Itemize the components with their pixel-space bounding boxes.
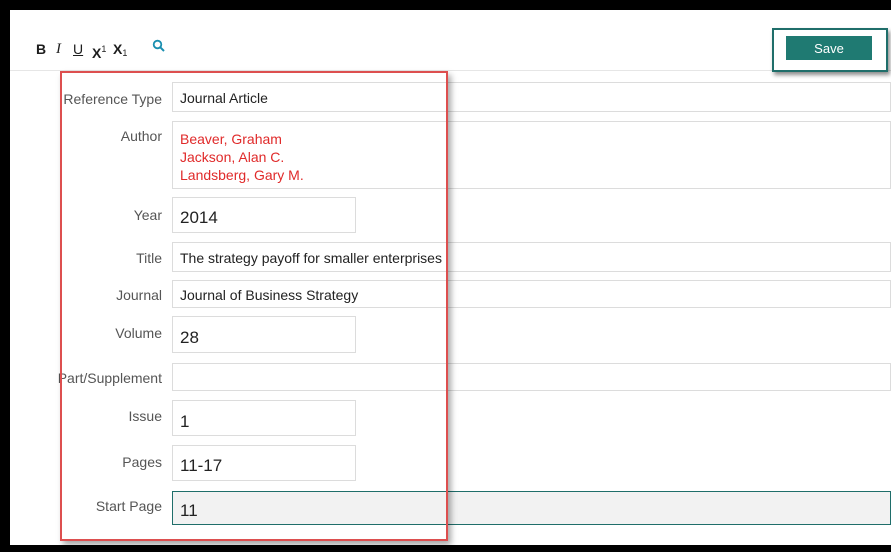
- part-supplement-field[interactable]: [172, 363, 891, 391]
- save-button-highlight: Save: [772, 28, 888, 72]
- bold-button[interactable]: B: [36, 41, 46, 57]
- year-label: Year: [133, 207, 162, 223]
- reference-editor: B I U X1 X1 Save Reference Type Journal …: [10, 10, 891, 545]
- journal-value: Journal of Business Strategy: [180, 287, 359, 303]
- formatting-toolbar: B I U X1 X1 Save: [10, 10, 891, 72]
- author-list: Beaver, Graham Jackson, Alan C. Landsber…: [180, 130, 304, 184]
- pages-field[interactable]: 11-17: [172, 445, 356, 481]
- save-button[interactable]: Save: [786, 36, 872, 60]
- volume-label: Volume: [115, 325, 162, 341]
- title-value: The strategy payoff for smaller enterpri…: [180, 250, 442, 266]
- issue-field[interactable]: 1: [172, 400, 356, 436]
- start-page-value: 11: [180, 501, 198, 520]
- issue-label: Issue: [128, 408, 162, 424]
- volume-field[interactable]: 28: [172, 316, 356, 353]
- title-field[interactable]: The strategy payoff for smaller enterpri…: [172, 242, 891, 272]
- underline-button[interactable]: U: [73, 41, 83, 57]
- author-field[interactable]: Beaver, Graham Jackson, Alan C. Landsber…: [172, 121, 891, 189]
- year-field[interactable]: 2014: [172, 197, 356, 233]
- start-page-field[interactable]: 11: [172, 491, 891, 525]
- author-item[interactable]: Beaver, Graham: [180, 130, 304, 148]
- superscript-button[interactable]: X1: [92, 41, 106, 61]
- pages-label: Pages: [122, 454, 162, 470]
- italic-button[interactable]: I: [56, 41, 61, 57]
- start-page-label: Start Page: [95, 498, 162, 514]
- reference-type-value: Journal Article: [180, 90, 268, 106]
- year-value: 2014: [180, 208, 218, 227]
- reference-type-label: Reference Type: [63, 91, 162, 107]
- volume-value: 28: [180, 328, 199, 347]
- author-item[interactable]: Landsberg, Gary M.: [180, 166, 304, 184]
- author-label: Author: [120, 128, 162, 144]
- title-label: Title: [136, 250, 162, 266]
- part-supplement-label: Part/Supplement: [57, 370, 162, 386]
- reference-type-field[interactable]: Journal Article: [172, 82, 891, 112]
- pages-value: 11-17: [180, 456, 223, 475]
- subscript-button[interactable]: X1: [113, 41, 127, 61]
- search-icon[interactable]: [152, 39, 166, 53]
- issue-value: 1: [180, 412, 190, 431]
- journal-label: Journal: [116, 287, 162, 303]
- journal-field[interactable]: Journal of Business Strategy: [172, 280, 891, 308]
- author-item[interactable]: Jackson, Alan C.: [180, 148, 304, 166]
